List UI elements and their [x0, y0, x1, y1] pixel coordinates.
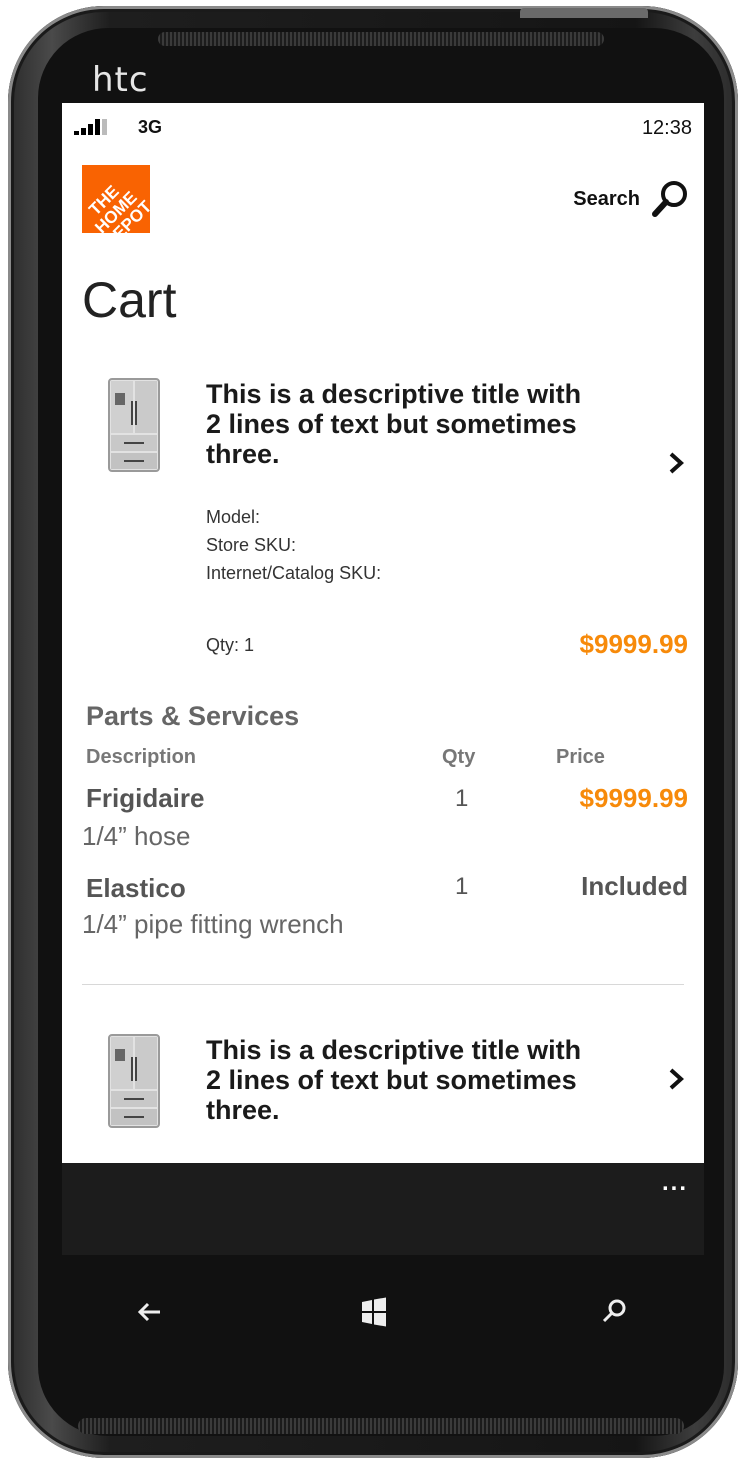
cart-item[interactable]: This is a descriptive title with 2 lines… — [62, 373, 704, 673]
internet-sku-label: Internet/Catalog SKU: — [206, 563, 382, 583]
search-hardware-icon[interactable] — [592, 1290, 636, 1334]
part-description: 1/4” hose — [82, 821, 191, 851]
part-name: Elastico — [86, 873, 186, 903]
divider — [82, 984, 684, 985]
logo-text: THE HOME DEPOT — [85, 181, 150, 233]
app-bar-more-button[interactable]: ... — [662, 1169, 688, 1197]
device-brand: htc — [92, 60, 149, 100]
power-button[interactable] — [520, 8, 648, 18]
back-icon[interactable] — [128, 1290, 172, 1334]
chevron-right-icon — [669, 452, 684, 474]
item-title: This is a descriptive title with 2 lines… — [206, 379, 582, 469]
windows-icon[interactable] — [352, 1290, 396, 1334]
product-thumbnail — [108, 1034, 160, 1128]
signal-icon — [74, 119, 110, 135]
speaker-grille-top — [158, 32, 604, 46]
store-sku-label: Store SKU: — [206, 535, 297, 555]
part-price: $9999.99 — [579, 783, 688, 813]
search-icon — [652, 181, 687, 217]
part-description: 1/4” pipe fitting wrench — [82, 909, 344, 939]
app-bar: ... — [62, 1163, 704, 1255]
clock: 12:38 — [641, 117, 692, 139]
network-type: 3G — [138, 117, 163, 137]
column-header-qty: Qty — [442, 746, 476, 768]
page-title: Cart — [82, 272, 177, 328]
search-label: Search — [573, 187, 640, 210]
part-name: Frigidaire — [86, 783, 205, 813]
model-label: Model: — [206, 507, 261, 527]
product-thumbnail — [108, 378, 160, 472]
column-header-price: Price — [556, 746, 605, 768]
item-qty: Qty: 1 — [206, 635, 255, 655]
chevron-right-icon — [669, 1068, 684, 1090]
part-qty: 1 — [455, 873, 469, 900]
item-price: $9999.99 — [579, 629, 688, 659]
screen: 3G 12:38 THE HOME DEPOT Search Cart This… — [62, 103, 704, 1255]
part-qty: 1 — [455, 785, 469, 812]
cart-item[interactable]: This is a descriptive title with 2 lines… — [62, 1027, 704, 1147]
speaker-grille-bottom — [78, 1418, 684, 1434]
parts-services-title: Parts & Services — [86, 701, 300, 731]
item-details: Model: Store SKU: Internet/Catalog SKU: — [206, 503, 381, 587]
status-bar: 3G 12:38 — [62, 103, 704, 151]
home-depot-logo[interactable]: THE HOME DEPOT — [82, 165, 150, 233]
item-title: This is a descriptive title with 2 lines… — [206, 1035, 582, 1125]
part-price: Included — [581, 871, 688, 901]
column-header-description: Description — [86, 746, 197, 768]
search-button[interactable]: Search — [573, 175, 690, 223]
